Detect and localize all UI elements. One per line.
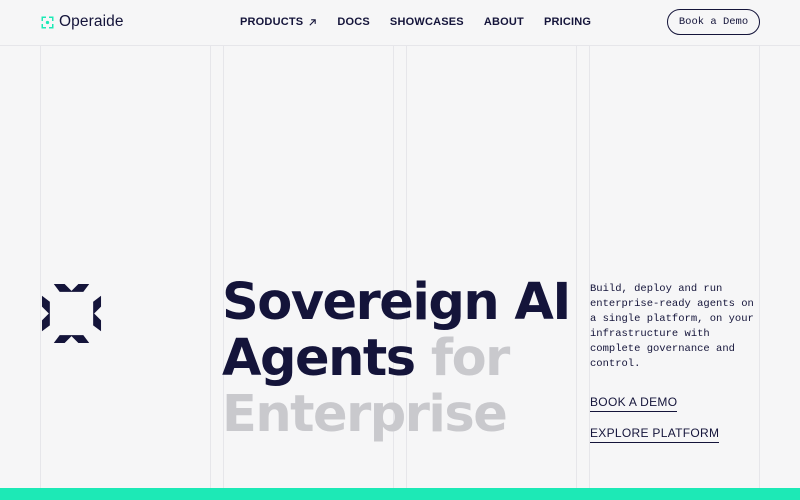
nav-item-docs[interactable]: DOCS xyxy=(337,16,370,28)
logo-link[interactable]: Operaide xyxy=(40,13,124,31)
explore-platform-link[interactable]: EXPLORE PLATFORM xyxy=(590,426,720,443)
book-demo-link[interactable]: BOOK A DEMO xyxy=(590,395,678,412)
hero-line-2-strong: Agents xyxy=(222,329,416,388)
nav-item-showcases[interactable]: SHOWCASES xyxy=(390,16,464,28)
accent-band xyxy=(0,488,800,500)
hero-line-3: Enterprise xyxy=(222,385,508,444)
nav-item-about[interactable]: ABOUT xyxy=(484,16,524,28)
grid-line xyxy=(759,46,760,488)
main-nav: PRODUCTS DOCS SHOWCASES ABOUT PRICING xyxy=(240,16,591,28)
book-demo-button[interactable]: Book a Demo xyxy=(667,9,760,35)
grid-line xyxy=(40,46,41,488)
hero-line-2-dim: for xyxy=(430,329,510,388)
brand-name: Operaide xyxy=(59,13,124,30)
hero-heading: Sovereign AI Agents for Enterprise xyxy=(222,273,571,444)
nav-item-pricing[interactable]: PRICING xyxy=(544,16,591,28)
grid-line xyxy=(210,46,211,488)
arrow-up-right-icon xyxy=(309,18,317,26)
nav-item-products[interactable]: PRODUCTS xyxy=(240,16,317,28)
hero-line-1: Sovereign AI xyxy=(222,273,571,332)
nav-item-label: PRODUCTS xyxy=(240,16,304,28)
grid-line xyxy=(589,46,590,488)
operaide-mark-icon xyxy=(41,283,102,344)
site-header: Operaide PRODUCTS DOCS SHOWCASES ABOUT P… xyxy=(0,0,800,46)
operaide-logo-icon xyxy=(41,16,54,28)
grid-line xyxy=(576,46,577,488)
hero-description: Build, deploy and run enterprise-ready a… xyxy=(590,283,754,370)
